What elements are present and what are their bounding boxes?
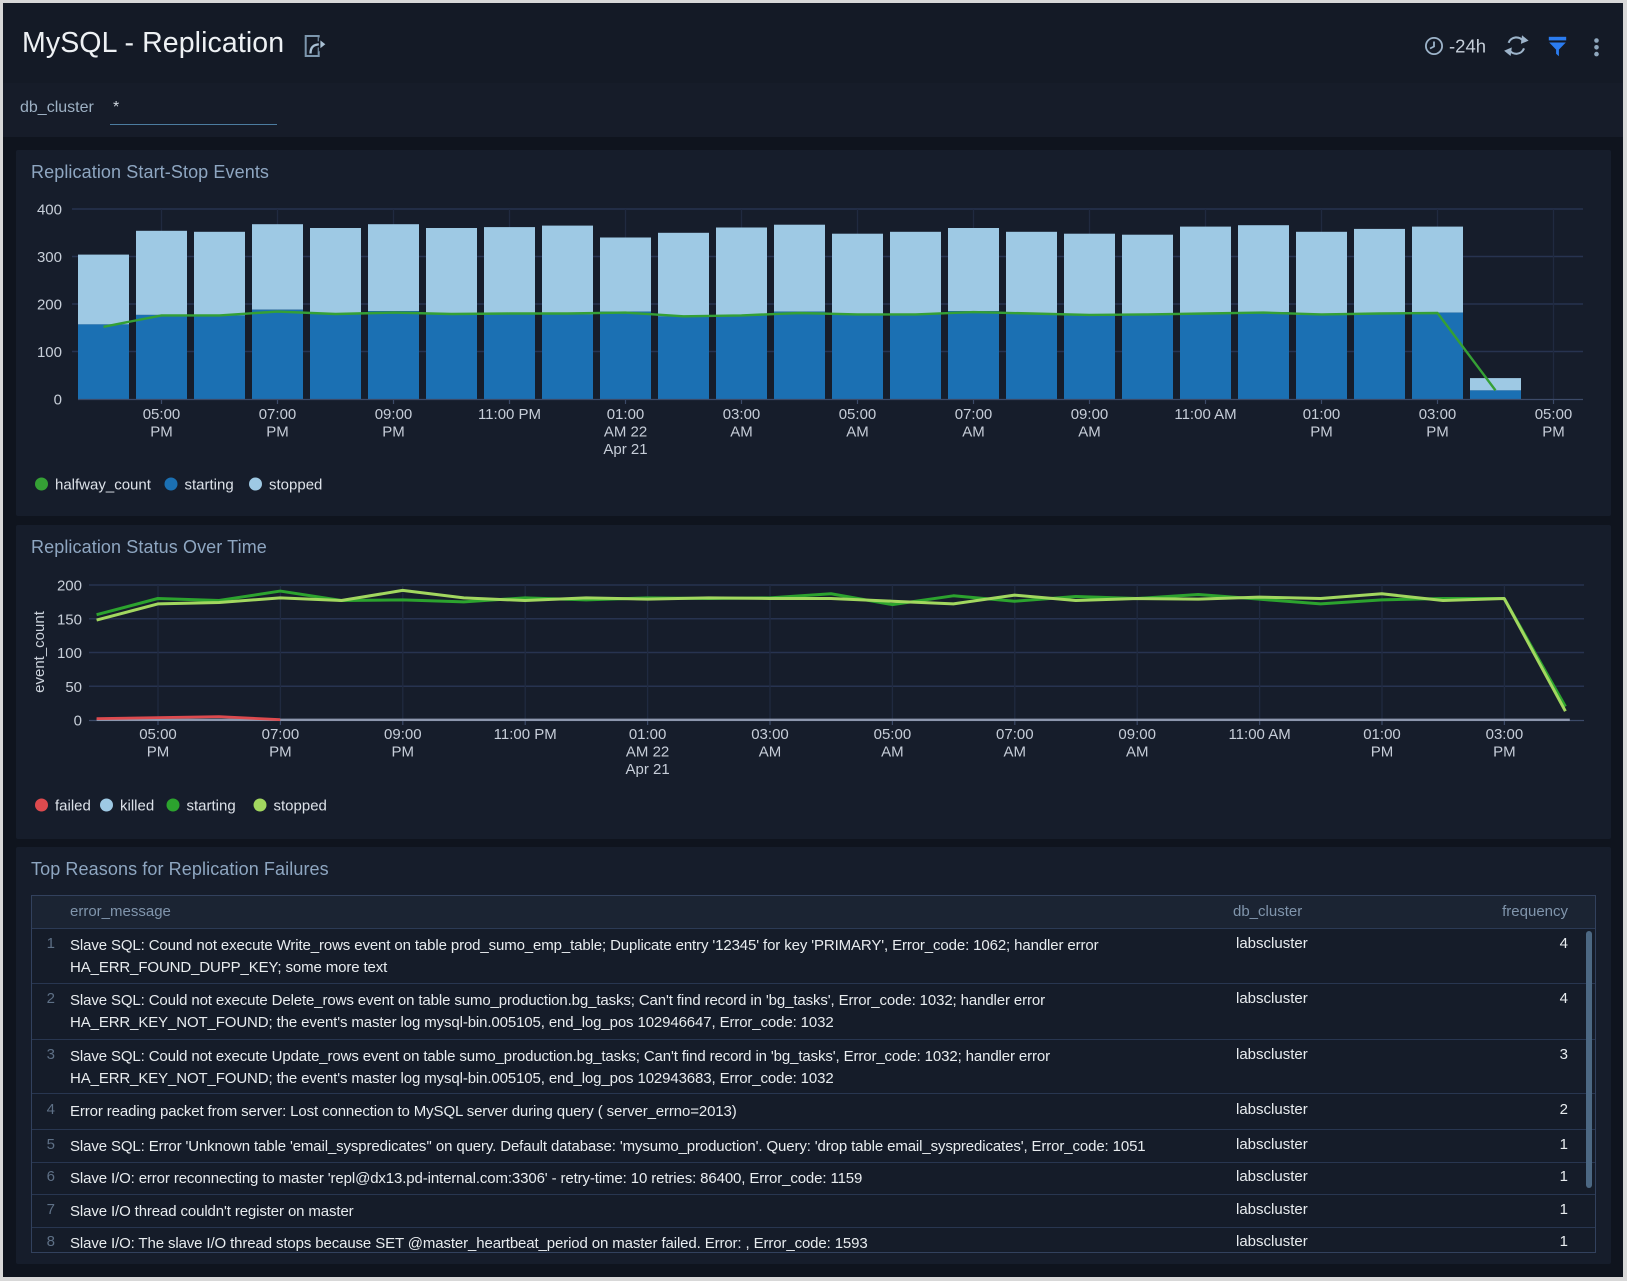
svg-text:150: 150: [57, 611, 82, 628]
svg-text:PM: PM: [147, 744, 170, 761]
svg-text:09:00: 09:00: [375, 406, 413, 423]
svg-text:PM: PM: [269, 744, 292, 761]
svg-text:03:00: 03:00: [751, 726, 789, 743]
svg-text:03:00: 03:00: [1419, 406, 1457, 423]
svg-text:09:00: 09:00: [1118, 726, 1156, 743]
svg-text:05:00: 05:00: [1535, 406, 1573, 423]
svg-text:09:00: 09:00: [384, 726, 422, 743]
svg-text:Apr 21: Apr 21: [603, 441, 647, 458]
svg-text:11:00 PM: 11:00 PM: [494, 726, 557, 743]
svg-text:PM: PM: [392, 744, 415, 761]
svg-text:AM: AM: [846, 424, 869, 441]
svg-text:11:00 AM: 11:00 AM: [1228, 726, 1290, 743]
svg-text:07:00: 07:00: [262, 726, 300, 743]
svg-text:AM: AM: [1078, 424, 1101, 441]
svg-text:07:00: 07:00: [259, 406, 297, 423]
svg-text:05:00: 05:00: [139, 726, 177, 743]
svg-text:failed: failed: [55, 798, 91, 815]
svg-text:09:00: 09:00: [1071, 406, 1109, 423]
svg-text:11:00 PM: 11:00 PM: [478, 406, 541, 423]
svg-text:PM: PM: [1426, 424, 1449, 441]
svg-text:-24h: -24h: [1449, 36, 1486, 57]
svg-text:AM 22: AM 22: [626, 744, 669, 761]
svg-text:killed: killed: [120, 798, 154, 815]
svg-text:AM: AM: [881, 744, 904, 761]
svg-text:01:00: 01:00: [1303, 406, 1341, 423]
svg-text:Apr 21: Apr 21: [625, 761, 669, 778]
svg-text:05:00: 05:00: [839, 406, 877, 423]
svg-text:PM: PM: [1542, 424, 1565, 441]
svg-text:PM: PM: [1310, 424, 1333, 441]
svg-text:07:00: 07:00: [955, 406, 993, 423]
svg-text:AM: AM: [1004, 744, 1027, 761]
svg-text:300: 300: [37, 249, 62, 266]
svg-text:starting: starting: [187, 798, 236, 815]
svg-text:11:00 AM: 11:00 AM: [1174, 406, 1236, 423]
svg-text:100: 100: [57, 645, 82, 662]
svg-text:01:00: 01:00: [607, 406, 645, 423]
svg-text:03:00: 03:00: [1486, 726, 1524, 743]
svg-text:PM: PM: [1371, 744, 1394, 761]
svg-text:05:00: 05:00: [143, 406, 181, 423]
svg-text:AM: AM: [1126, 744, 1149, 761]
svg-text:200: 200: [37, 297, 62, 314]
svg-text:PM: PM: [382, 424, 405, 441]
svg-text:03:00: 03:00: [723, 406, 761, 423]
svg-text:AM: AM: [759, 744, 782, 761]
svg-text:05:00: 05:00: [874, 726, 912, 743]
svg-text:01:00: 01:00: [629, 726, 667, 743]
svg-text:AM: AM: [962, 424, 985, 441]
svg-text:0: 0: [74, 713, 82, 730]
svg-text:01:00: 01:00: [1363, 726, 1401, 743]
svg-text:AM: AM: [730, 424, 753, 441]
svg-text:07:00: 07:00: [996, 726, 1034, 743]
svg-text:AM 22: AM 22: [604, 424, 647, 441]
svg-text:event_count: event_count: [31, 610, 48, 693]
svg-text:PM: PM: [150, 424, 173, 441]
svg-text:starting: starting: [185, 477, 234, 494]
svg-text:halfway_count: halfway_count: [55, 477, 152, 494]
svg-text:50: 50: [65, 679, 82, 696]
svg-text:stopped: stopped: [269, 477, 322, 494]
svg-text:100: 100: [37, 344, 62, 361]
svg-text:400: 400: [37, 202, 62, 219]
svg-text:PM: PM: [266, 424, 289, 441]
svg-text:200: 200: [57, 578, 82, 595]
svg-text:stopped: stopped: [274, 798, 327, 815]
svg-text:PM: PM: [1493, 744, 1516, 761]
svg-text:0: 0: [54, 392, 62, 409]
